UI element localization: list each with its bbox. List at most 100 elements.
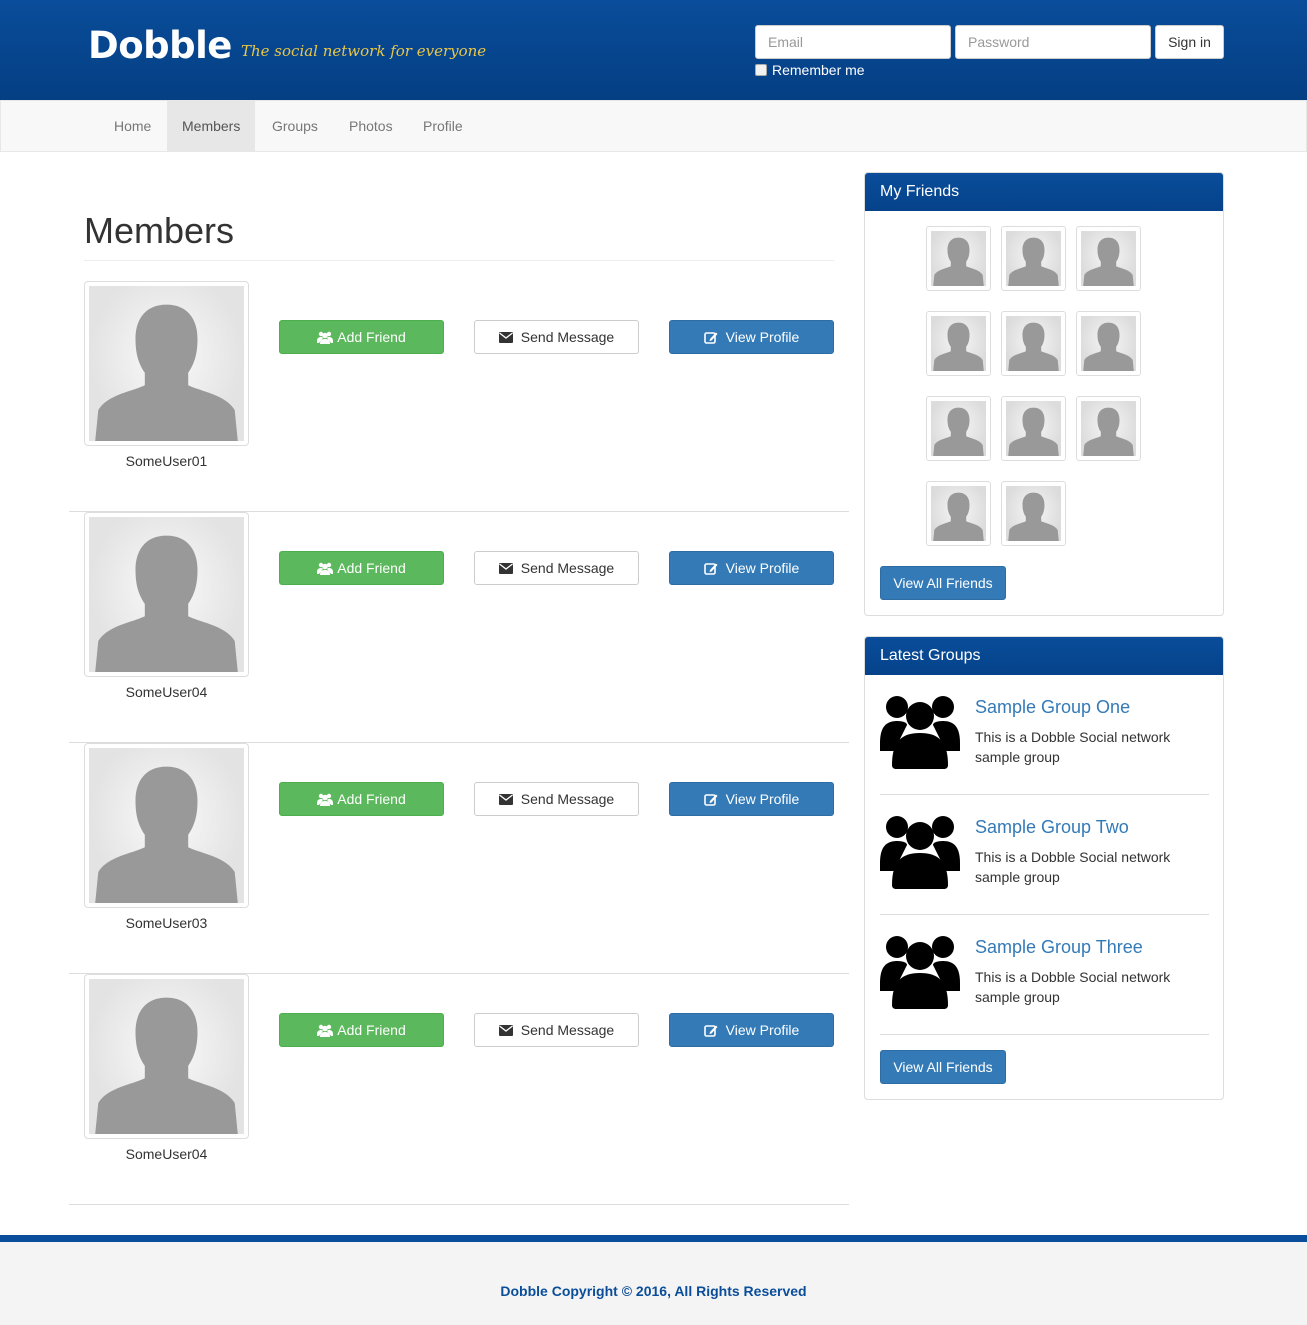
group-item: Sample Group One This is a Dobble Social … <box>880 675 1209 795</box>
nav-item-photos[interactable]: Photos <box>334 101 408 151</box>
footer-copyright: Dobble Copyright © 2016, All Rights Rese… <box>500 1283 807 1299</box>
send-message-label: Send Message <box>520 329 615 345</box>
friend-thumbnail[interactable] <box>1076 311 1141 376</box>
send-message-button[interactable]: Send Message <box>474 320 639 354</box>
view-profile-button[interactable]: View Profile <box>669 1013 834 1047</box>
avatar-placeholder-icon <box>89 517 244 672</box>
site-footer: Dobble Copyright © 2016, All Rights Rese… <box>0 1242 1307 1325</box>
send-message-button[interactable]: Send Message <box>474 1013 639 1047</box>
group-description: This is a Dobble Social network sample g… <box>975 969 1171 1005</box>
send-message-label: Send Message <box>520 560 615 576</box>
site-tagline: The social network for everyone <box>241 42 487 60</box>
avatar-placeholder-icon <box>1081 316 1136 371</box>
avatar-placeholder-icon <box>931 316 986 371</box>
remember-me-label: Remember me <box>772 62 865 78</box>
group-description: This is a Dobble Social network sample g… <box>975 849 1171 885</box>
member-username[interactable]: SomeUser01 <box>84 453 249 469</box>
member-row: SomeUser01 Add Friend Send Message View Pro… <box>69 281 849 512</box>
envelope-icon <box>498 1024 517 1036</box>
avatar-placeholder-icon <box>1006 401 1061 456</box>
member-username[interactable]: SomeUser04 <box>84 1146 249 1162</box>
member-avatar[interactable] <box>84 743 249 908</box>
remember-me-checkbox[interactable] <box>755 64 767 76</box>
friend-thumbnail[interactable] <box>926 311 991 376</box>
avatar-placeholder-icon <box>89 979 244 1134</box>
group-title-link[interactable]: Sample Group Two <box>975 817 1129 838</box>
add-friend-label: Add Friend <box>337 560 406 576</box>
view-profile-button[interactable]: View Profile <box>669 551 834 585</box>
avatar-placeholder-icon <box>1006 316 1061 371</box>
edit-icon <box>703 793 722 806</box>
view-all-groups-button[interactable]: View All Friends <box>880 1050 1006 1084</box>
footer-accent-bar <box>0 1235 1307 1242</box>
friend-thumbnail[interactable] <box>926 396 991 461</box>
avatar-placeholder-icon <box>1081 231 1136 286</box>
users-icon <box>317 1024 337 1037</box>
friend-thumbnail[interactable] <box>1001 226 1066 291</box>
group-users-icon[interactable] <box>880 811 960 889</box>
latest-groups-heading: Latest Groups <box>865 637 1223 675</box>
friend-thumbnail[interactable] <box>1001 396 1066 461</box>
add-friend-label: Add Friend <box>337 329 406 345</box>
users-icon <box>317 562 337 575</box>
view-profile-label: View Profile <box>725 1022 800 1038</box>
add-friend-button[interactable]: Add Friend <box>279 551 444 585</box>
view-profile-button[interactable]: View Profile <box>669 320 834 354</box>
view-profile-label: View Profile <box>725 560 800 576</box>
password-field[interactable] <box>955 25 1151 59</box>
add-friend-button[interactable]: Add Friend <box>279 320 444 354</box>
member-avatar[interactable] <box>84 974 249 1139</box>
friend-thumbnail[interactable] <box>926 481 991 546</box>
site-logo[interactable]: Dobble <box>88 24 232 67</box>
member-username[interactable]: SomeUser04 <box>84 684 249 700</box>
add-friend-label: Add Friend <box>337 1022 406 1038</box>
member-avatar[interactable] <box>84 281 249 446</box>
view-profile-label: View Profile <box>725 791 800 807</box>
view-all-friends-button[interactable]: View All Friends <box>880 566 1006 600</box>
group-title-link[interactable]: Sample Group Three <box>975 937 1143 958</box>
send-message-button[interactable]: Send Message <box>474 782 639 816</box>
edit-icon <box>703 1024 722 1037</box>
edit-icon <box>703 562 722 575</box>
nav-item-members[interactable]: Members <box>167 101 256 151</box>
nav-item-profile[interactable]: Profile <box>408 101 478 151</box>
avatar-placeholder-icon <box>1006 486 1061 541</box>
envelope-icon <box>498 793 517 805</box>
email-field[interactable] <box>755 25 951 59</box>
view-profile-label: View Profile <box>725 329 800 345</box>
page-title: Members <box>84 210 235 251</box>
group-title-link[interactable]: Sample Group One <box>975 697 1130 718</box>
sign-in-button[interactable]: Sign in <box>1155 25 1224 59</box>
avatar-placeholder-icon <box>931 401 986 456</box>
friend-thumbnail[interactable] <box>1076 396 1141 461</box>
member-username[interactable]: SomeUser03 <box>84 915 249 931</box>
avatar-placeholder-icon <box>931 486 986 541</box>
member-avatar[interactable] <box>84 512 249 677</box>
avatar-placeholder-icon <box>931 231 986 286</box>
avatar-placeholder-icon <box>89 748 244 903</box>
send-message-label: Send Message <box>520 1022 615 1038</box>
edit-icon <box>703 331 722 344</box>
group-item: Sample Group Two This is a Dobble Social … <box>880 795 1209 915</box>
group-users-icon[interactable] <box>880 931 960 1009</box>
group-users-icon[interactable] <box>880 691 960 769</box>
friend-thumbnail[interactable] <box>926 226 991 291</box>
my-friends-heading: My Friends <box>865 173 1223 211</box>
envelope-icon <box>498 331 517 343</box>
send-message-button[interactable]: Send Message <box>474 551 639 585</box>
envelope-icon <box>498 562 517 574</box>
nav-item-home[interactable]: Home <box>99 101 166 151</box>
add-friend-button[interactable]: Add Friend <box>279 1013 444 1047</box>
friend-thumbnail[interactable] <box>1001 311 1066 376</box>
friend-thumbnail[interactable] <box>1001 481 1066 546</box>
friend-thumbnail[interactable] <box>1076 226 1141 291</box>
users-icon <box>317 331 337 344</box>
latest-groups-panel: Latest Groups Sample Group One This is a … <box>864 636 1224 1100</box>
add-friend-button[interactable]: Add Friend <box>279 782 444 816</box>
send-message-label: Send Message <box>520 791 615 807</box>
nav-item-groups[interactable]: Groups <box>257 101 333 151</box>
avatar-placeholder-icon <box>89 286 244 441</box>
remember-me[interactable]: Remember me <box>755 62 865 78</box>
view-profile-button[interactable]: View Profile <box>669 782 834 816</box>
main-nav: Home Members Groups Photos Profile <box>0 100 1307 152</box>
